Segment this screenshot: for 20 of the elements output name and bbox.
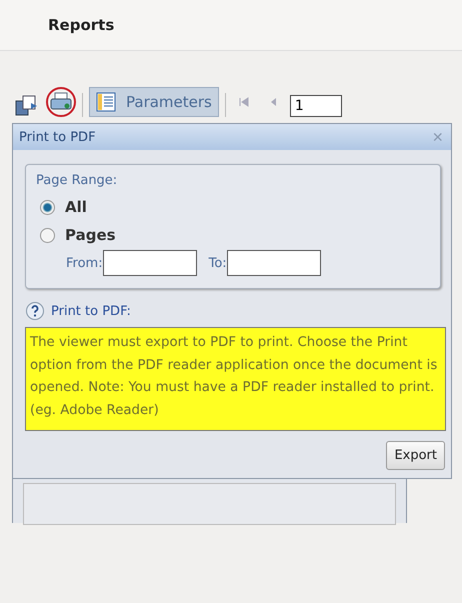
- radio-button[interactable]: [40, 228, 55, 242]
- help-icon: [25, 301, 45, 321]
- radio-button[interactable]: [40, 200, 55, 214]
- page-range-label: Page Range:: [36, 173, 118, 188]
- parameters-button[interactable]: Parameters: [89, 87, 219, 117]
- page-title: Reports: [48, 16, 114, 34]
- help-note: The viewer must export to PDF to print. Choose the Print option from the PDF reader application once the document is opened. Note: You must have a PDF reader installed to print. (eg. Adobe Reader): [25, 327, 446, 432]
- to-field[interactable]: [226, 250, 321, 276]
- dialog-title: Print to PDF: [19, 130, 96, 144]
- from-label: From:: [66, 256, 103, 270]
- printer-icon: [49, 92, 73, 112]
- help-title: Print to PDF:: [51, 304, 131, 318]
- radio-option[interactable]: All: [40, 198, 87, 216]
- from-field[interactable]: [102, 250, 197, 276]
- to-label: To:: [208, 256, 227, 270]
- print-button[interactable]: [46, 87, 76, 117]
- radio-option[interactable]: Pages: [40, 226, 116, 244]
- export-button[interactable]: Export: [386, 441, 445, 470]
- panel-icon: [96, 92, 116, 112]
- page-number-field[interactable]: 1: [290, 95, 342, 117]
